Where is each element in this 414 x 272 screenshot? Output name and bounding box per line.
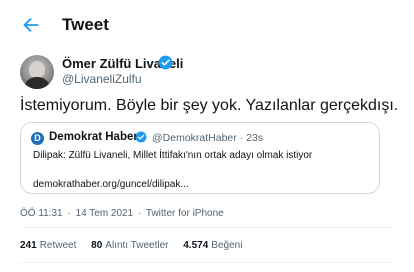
quoted-verified-badge-icon: [135, 131, 147, 143]
tweet-date[interactable]: 14 Tem 2021: [76, 208, 134, 219]
quoted-author-name: Demokrat Haber: [49, 131, 138, 143]
quoted-author-handle: @DemokratHaber · 23s: [152, 132, 264, 144]
divider: [20, 227, 394, 228]
quoted-avatar: D: [31, 132, 44, 145]
separator: ·: [67, 208, 71, 219]
divider: [20, 262, 394, 263]
quoted-tweet-link[interactable]: demokrathaber.org/guncel/dilipak...: [33, 179, 189, 190]
source-app-link[interactable]: Twitter for iPhone: [146, 208, 224, 219]
quoted-tweet[interactable]: D Demokrat Haber @DemokratHaber · 23s Di…: [20, 122, 380, 194]
quote-tweet-count[interactable]: 80 Alıntı Tweetler: [91, 240, 168, 251]
tweet-metadata: ÖÖ 11:31 · 14 Tem 2021 · Twitter for iPh…: [20, 208, 224, 219]
tweet-text: İstemiyorum. Böyle bir şey yok. Yazılanl…: [20, 97, 399, 114]
author-handle[interactable]: @LivaneliZulfu: [62, 72, 142, 86]
avatar[interactable]: [20, 55, 54, 89]
back-arrow-icon[interactable]: [20, 14, 42, 36]
retweet-count[interactable]: 241 Retweet: [20, 240, 76, 251]
separator: ·: [137, 208, 142, 219]
top-bar: Tweet: [0, 0, 414, 50]
page-title: Tweet: [62, 15, 109, 34]
verified-badge-icon: [158, 55, 173, 70]
tweet-time[interactable]: ÖÖ 11:31: [20, 208, 63, 219]
like-count[interactable]: 4.574 Beğeni: [183, 240, 242, 251]
engagement-stats: 241 Retweet 80 Alıntı Tweetler 4.574 Beğeni: [20, 240, 254, 251]
quoted-tweet-text: Dilipak: Zülfü Livaneli, Millet İttifakı…: [33, 150, 313, 161]
